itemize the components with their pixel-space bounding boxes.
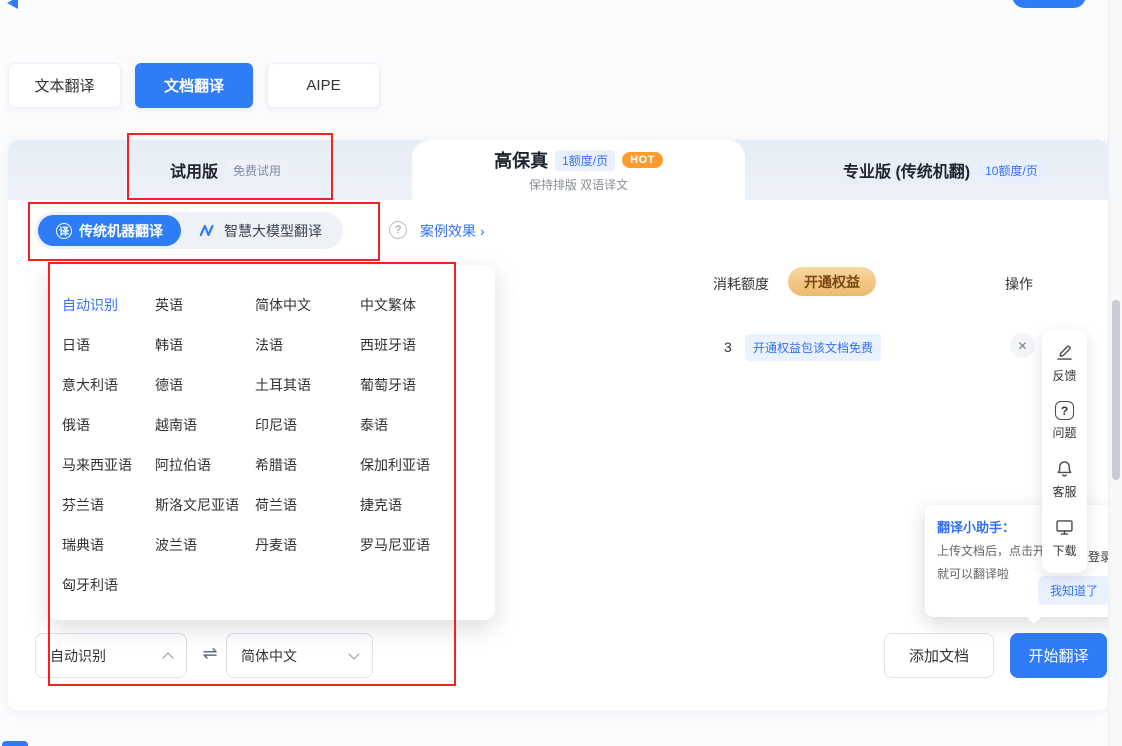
- start-translation-button[interactable]: 开始翻译: [1010, 633, 1107, 678]
- download-button[interactable]: 下载: [1052, 517, 1076, 559]
- language-option[interactable]: 西班牙语: [360, 335, 499, 355]
- case-effects-label: 案例效果: [420, 221, 476, 241]
- language-option[interactable]: 越南语: [155, 415, 255, 435]
- bottom-left-button-partial[interactable]: [2, 741, 28, 746]
- action-column-header: 操作: [1005, 274, 1033, 294]
- monitor-icon: [1054, 517, 1075, 538]
- source-language-select[interactable]: 自动识别: [35, 633, 187, 678]
- language-option[interactable]: 土耳其语: [255, 375, 360, 395]
- target-language-value: 简体中文: [241, 646, 297, 666]
- tab-text-translation[interactable]: 文本翻译: [8, 63, 121, 108]
- language-option-auto[interactable]: 自动识别: [62, 295, 155, 315]
- side-toolbar: 反馈 ? 问题 客服 下载: [1042, 330, 1087, 573]
- add-document-button[interactable]: 添加文档: [884, 633, 994, 678]
- source-language-value: 自动识别: [50, 646, 106, 666]
- feedback-button[interactable]: 反馈: [1052, 342, 1076, 384]
- document-translation-card: 试用版 免费试用 高保真 1额度/页 HOT 保持排版 双语译文 专业版 (传统…: [8, 140, 1108, 710]
- pro-label: 专业版 (传统机翻): [843, 158, 970, 182]
- high-fidelity-header: 高保真 1额度/页 HOT: [494, 147, 663, 173]
- page-scrollbar-track[interactable]: [1108, 0, 1122, 746]
- free-trial-badge: 免费试用: [226, 160, 288, 181]
- plan-tab-bar: 试用版 免费试用 高保真 1额度/页 HOT 保持排版 双语译文 专业版 (传统…: [8, 140, 1108, 200]
- language-option[interactable]: 日语: [62, 335, 155, 355]
- language-option[interactable]: 芬兰语: [62, 495, 155, 515]
- high-fidelity-label: 高保真: [494, 147, 548, 173]
- language-option[interactable]: 葡萄牙语: [360, 375, 499, 395]
- language-option[interactable]: 捷克语: [360, 495, 499, 515]
- target-language-select[interactable]: 简体中文: [226, 633, 373, 678]
- language-option[interactable]: 丹麦语: [255, 535, 360, 555]
- translation-mode-toggle: 译 传统机器翻译 智慧大模型翻译: [35, 212, 343, 249]
- trial-label: 试用版: [170, 158, 218, 182]
- language-option[interactable]: 波兰语: [155, 535, 255, 555]
- language-option[interactable]: 俄语: [62, 415, 155, 435]
- llm-model-icon: [199, 223, 217, 238]
- high-fidelity-subtitle: 保持排版 双语译文: [529, 176, 628, 193]
- language-option[interactable]: 阿拉伯语: [155, 455, 255, 475]
- tab-aipe[interactable]: AIPE: [267, 63, 380, 108]
- traditional-mode-label: 传统机器翻译: [79, 221, 163, 241]
- consumed-quota-header: 消耗额度: [713, 274, 769, 294]
- doc-translation-page: 文本翻译 文档翻译 AIPE 试用版 免费试用 高保真 1额度/页 HOT 保持…: [0, 0, 1122, 746]
- hot-badge: HOT: [622, 152, 663, 168]
- free-document-promo-tag[interactable]: 开通权益包该文档免费: [745, 334, 881, 361]
- language-option[interactable]: 斯洛文尼亚语: [155, 495, 255, 515]
- chevron-down-icon: [348, 648, 359, 659]
- page-scrollbar-thumb[interactable]: [1112, 300, 1120, 480]
- swap-languages-icon[interactable]: ⇌: [196, 643, 224, 664]
- bell-icon: [1054, 458, 1075, 479]
- llm-translation-button[interactable]: 智慧大模型翻译: [181, 215, 340, 246]
- language-option[interactable]: 匈牙利语: [62, 575, 155, 595]
- language-option[interactable]: 中文繁体: [360, 295, 499, 315]
- language-option[interactable]: 简体中文: [255, 295, 360, 315]
- language-option[interactable]: 韩语: [155, 335, 255, 355]
- activate-benefits-button[interactable]: 开通权益: [788, 267, 876, 296]
- remove-document-button[interactable]: ✕: [1010, 333, 1035, 358]
- question-button[interactable]: ? 问题: [1052, 401, 1076, 441]
- tool-label-service: 客服: [1052, 483, 1076, 500]
- language-option[interactable]: 荷兰语: [255, 495, 360, 515]
- language-option[interactable]: 法语: [255, 335, 360, 355]
- language-option[interactable]: 德语: [155, 375, 255, 395]
- traditional-machine-translation-button[interactable]: 译 传统机器翻译: [38, 215, 181, 246]
- language-option[interactable]: 意大利语: [62, 375, 155, 395]
- language-option[interactable]: 瑞典语: [62, 535, 155, 555]
- tab-trial-version[interactable]: 试用版 免费试用: [170, 140, 288, 200]
- llm-mode-label: 智慧大模型翻译: [224, 221, 322, 241]
- tooltip-ok-button[interactable]: 我知道了: [1038, 576, 1110, 605]
- customer-service-button[interactable]: 客服: [1052, 458, 1076, 500]
- top-right-button-partial[interactable]: [1012, 0, 1086, 8]
- tab-high-fidelity[interactable]: 高保真 1额度/页 HOT 保持排版 双语译文: [412, 140, 745, 200]
- chevron-up-icon: [162, 652, 173, 663]
- tool-label-download: 下载: [1052, 542, 1076, 559]
- quota-per-page-badge: 1额度/页: [555, 150, 615, 171]
- tab-document-translation[interactable]: 文档翻译: [135, 63, 253, 108]
- pro-quota-badge: 10额度/页: [978, 160, 1045, 181]
- language-option[interactable]: 希腊语: [255, 455, 360, 475]
- language-option[interactable]: 马来西亚语: [62, 455, 155, 475]
- tool-label-feedback: 反馈: [1052, 367, 1076, 384]
- case-effects-link[interactable]: 案例效果 ›: [420, 221, 485, 241]
- language-option[interactable]: 泰语: [360, 415, 499, 435]
- language-option[interactable]: 罗马尼亚语: [360, 535, 499, 555]
- tool-label-question: 问题: [1052, 424, 1076, 441]
- help-icon[interactable]: ?: [389, 221, 407, 239]
- quota-value: 3: [724, 339, 732, 355]
- tab-professional-version[interactable]: 专业版 (传统机翻) 10额度/页: [843, 140, 1045, 200]
- translate-icon: 译: [56, 223, 72, 239]
- question-icon: ?: [1055, 401, 1074, 420]
- chevron-right-icon: ›: [480, 223, 485, 239]
- language-option[interactable]: 印尼语: [255, 415, 360, 435]
- language-option[interactable]: 英语: [155, 295, 255, 315]
- language-dropdown-panel: 自动识别 英语 简体中文 中文繁体 日语 韩语 法语 西班牙语 意大利语 德语 …: [48, 265, 495, 620]
- language-option[interactable]: 保加利亚语: [360, 455, 499, 475]
- back-arrow-partial-icon[interactable]: [7, 0, 18, 9]
- edit-icon: [1054, 342, 1075, 363]
